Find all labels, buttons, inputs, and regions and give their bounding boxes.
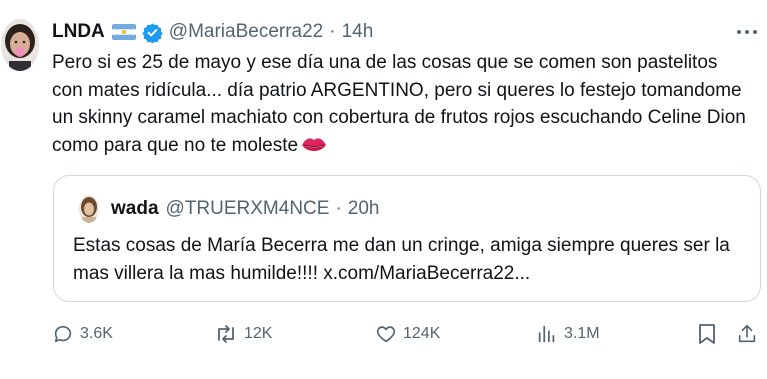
- quoted-separator: ·: [335, 198, 342, 219]
- verified-badge-icon[interactable]: [142, 22, 163, 44]
- quoted-display-name[interactable]: wada: [111, 198, 159, 220]
- bookmark-icon: [697, 323, 717, 345]
- views-button[interactable]: 3.1M: [536, 318, 600, 350]
- tweet-text: Pero si es 25 de mayo y ese día una de l…: [52, 49, 752, 159]
- display-name[interactable]: LNDA: [52, 21, 105, 43]
- reply-icon: [52, 323, 74, 345]
- more-icon[interactable]: [735, 22, 759, 42]
- quoted-tweet[interactable]: wada @TRUERXM4NCE · 20h Estas cosas de M…: [53, 175, 761, 302]
- quoted-time[interactable]: 20h: [348, 198, 380, 220]
- header-separator: ·: [329, 21, 336, 42]
- repost-count: 12K: [244, 325, 273, 342]
- tweet[interactable]: LNDA @MariaBecerra22 · 14h Pero si es 25: [0, 0, 767, 379]
- action-bar: 3.6K 12K 124K 3.1M: [0, 318, 767, 350]
- views-icon: [536, 323, 558, 345]
- kiss-mark-emoji: [301, 135, 327, 153]
- quoted-text: Estas cosas de María Becerra me dan un c…: [73, 235, 730, 284]
- quoted-author-avatar[interactable]: [79, 195, 99, 223]
- share-icon: [736, 323, 758, 345]
- tweet-header: LNDA @MariaBecerra22 · 14h: [52, 20, 373, 44]
- author-handle[interactable]: @MariaBecerra22: [169, 21, 323, 43]
- like-button[interactable]: 124K: [375, 318, 440, 350]
- reply-button[interactable]: 3.6K: [52, 318, 113, 350]
- like-icon: [375, 323, 397, 345]
- quoted-handle[interactable]: @TRUERXM4NCE: [166, 198, 330, 220]
- quoted-header: wada @TRUERXM4NCE · 20h: [111, 196, 379, 222]
- repost-icon: [214, 323, 238, 345]
- views-count: 3.1M: [564, 325, 600, 342]
- like-count: 124K: [403, 325, 441, 342]
- reply-count: 3.6K: [80, 325, 113, 342]
- bookmark-button[interactable]: [697, 318, 717, 350]
- repost-button[interactable]: 12K: [214, 318, 272, 350]
- tweet-text-content: Pero si es 25 de mayo y ese día una de l…: [52, 52, 746, 156]
- tweet-time[interactable]: 14h: [342, 21, 374, 43]
- share-button[interactable]: [736, 318, 758, 350]
- author-avatar[interactable]: [1, 19, 39, 71]
- argentina-flag-emoji: [111, 24, 136, 40]
